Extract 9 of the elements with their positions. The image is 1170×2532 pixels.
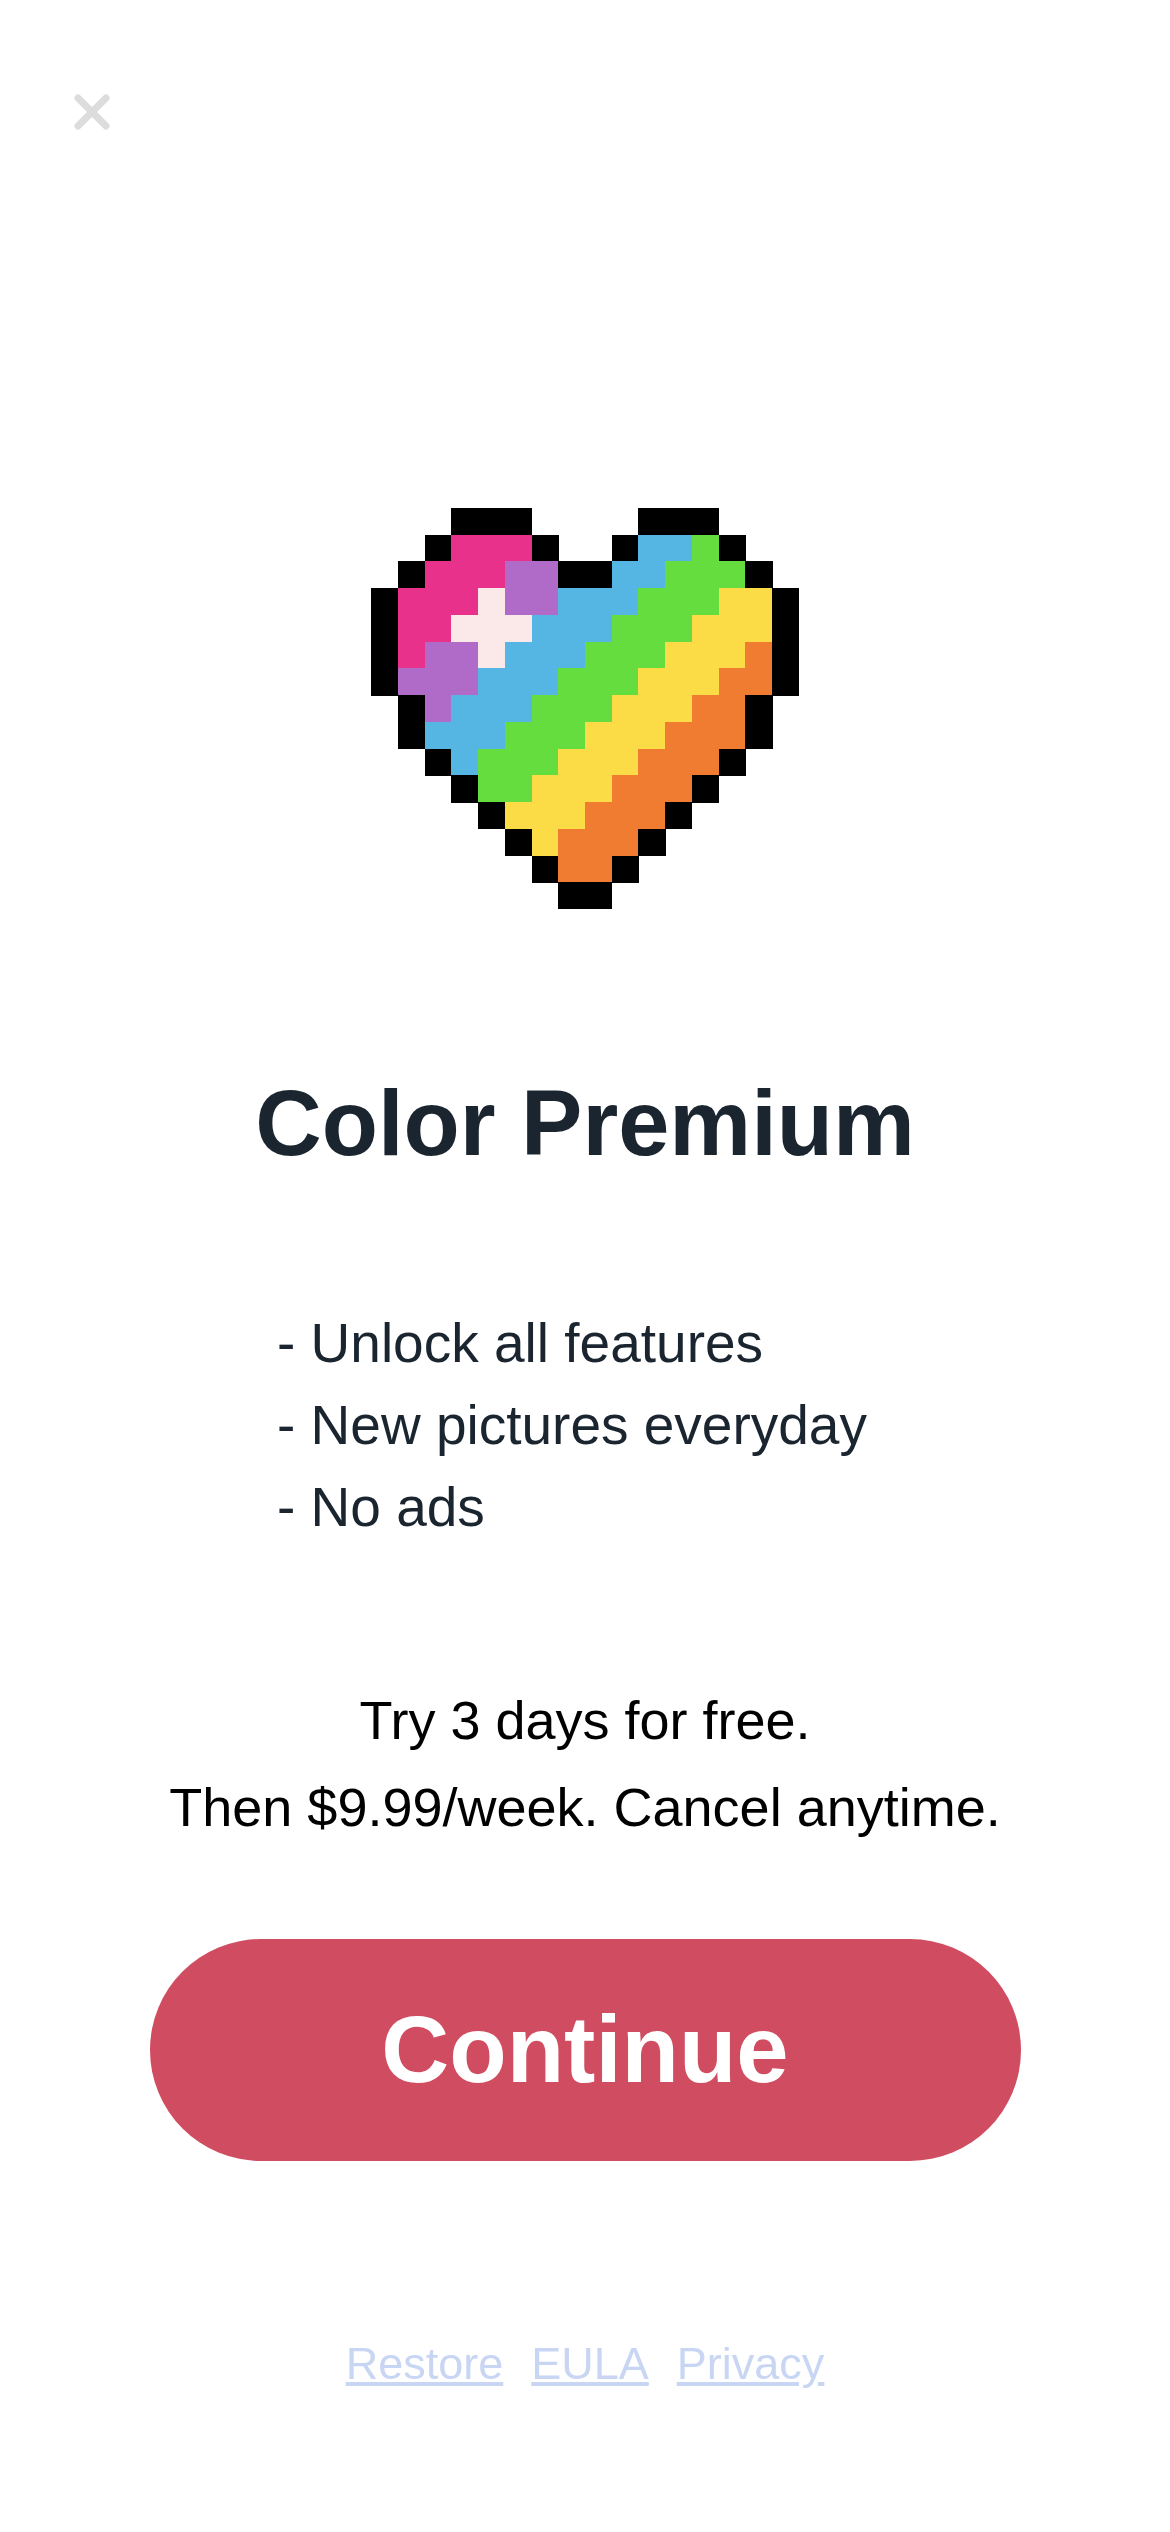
close-icon bbox=[74, 94, 110, 130]
feature-item: - New pictures everyday bbox=[277, 1393, 867, 1458]
feature-item: - No ads bbox=[277, 1475, 485, 1540]
heart-icon bbox=[371, 508, 799, 909]
continue-button[interactable]: Continue bbox=[149, 1939, 1021, 2161]
offer-text: Then $9.99/week. Cancel anytime. bbox=[169, 1776, 1001, 1839]
feature-item: - Unlock all features bbox=[277, 1311, 764, 1376]
title: Color Premium bbox=[255, 1071, 915, 1176]
offer-text: Try 3 days for free. bbox=[359, 1689, 811, 1752]
